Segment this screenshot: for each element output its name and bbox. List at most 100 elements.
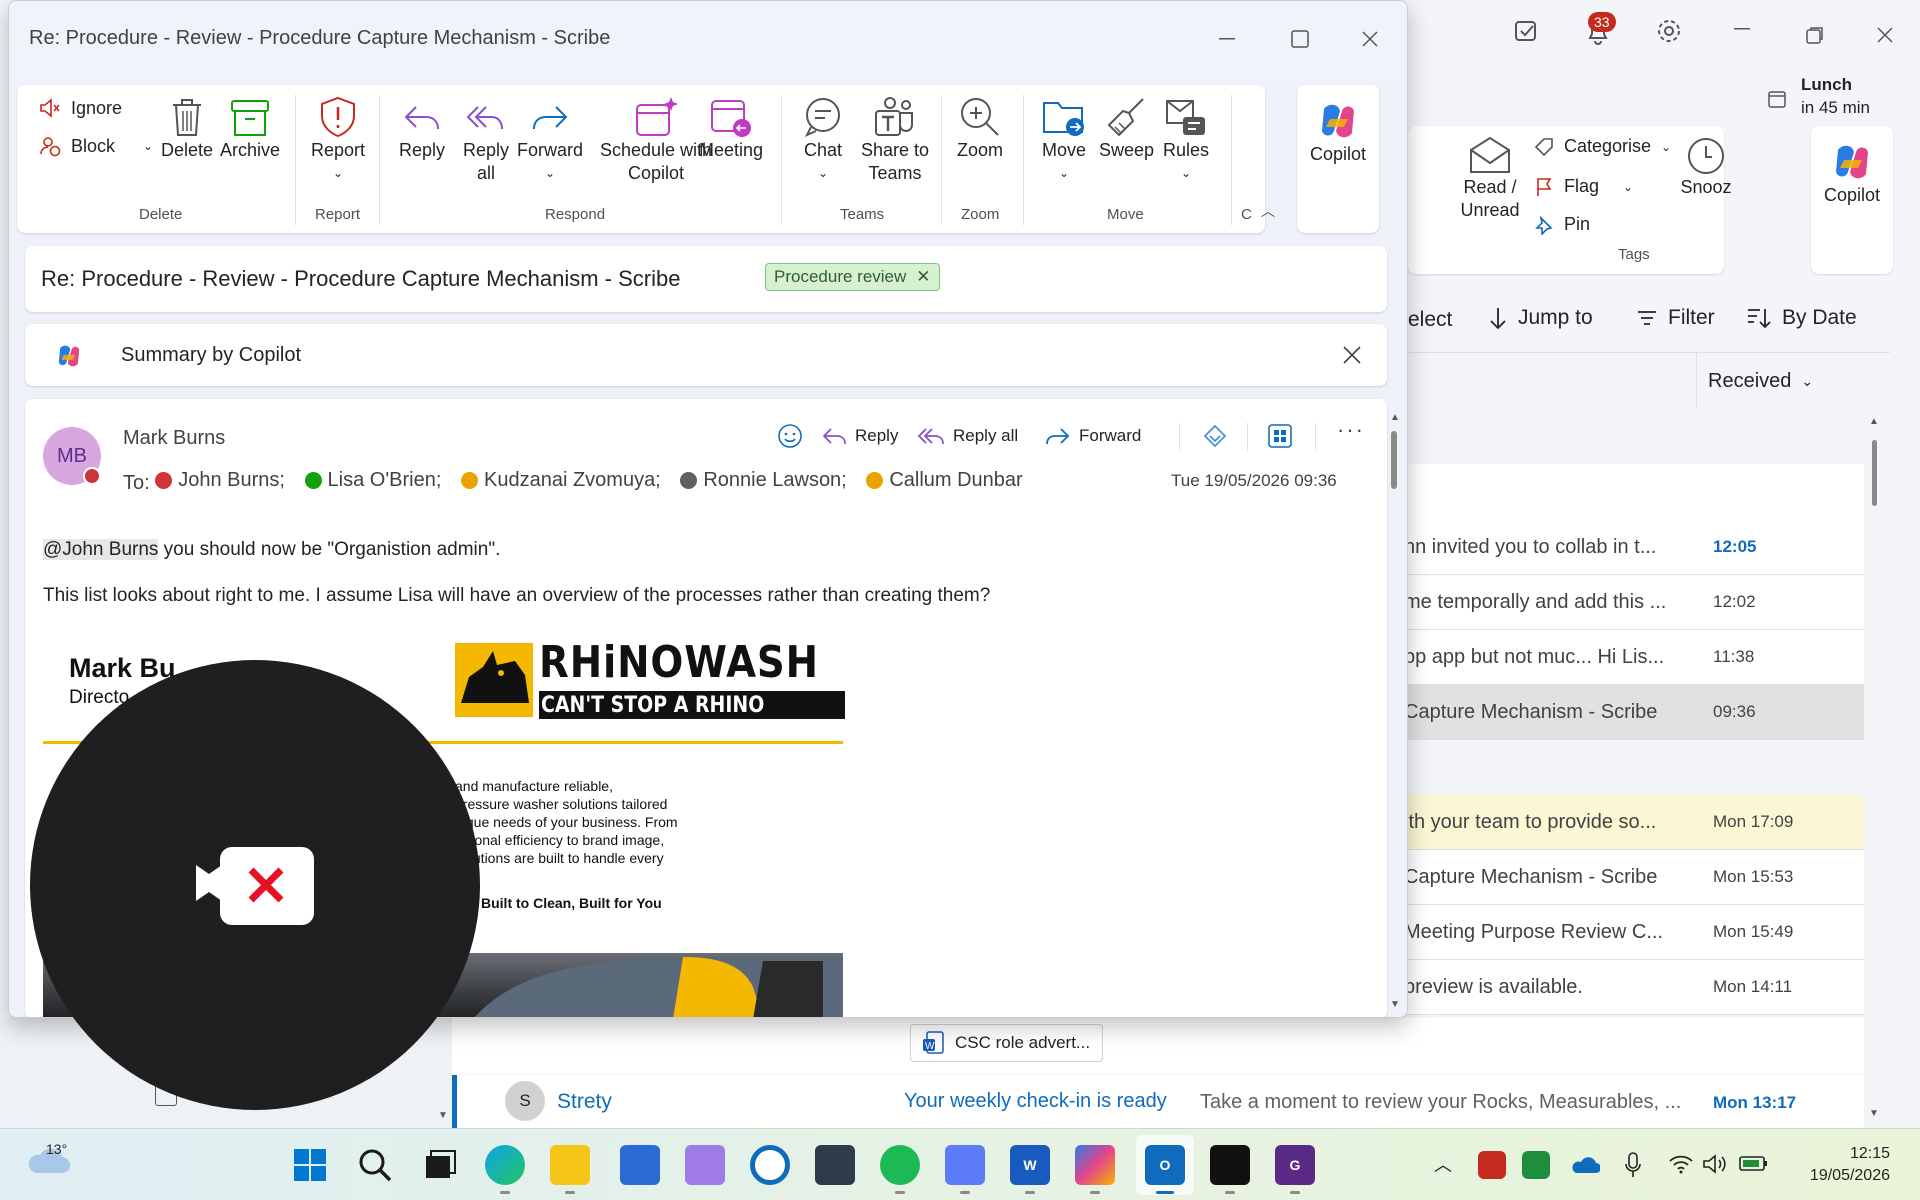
emoji-icon[interactable]	[777, 423, 803, 449]
tray-app-icon[interactable]	[1478, 1151, 1506, 1179]
file-explorer-icon[interactable]	[550, 1145, 590, 1185]
todo-icon[interactable]	[1513, 18, 1539, 44]
mail-list-item[interactable]: pp app but not muc... Hi Lis... 11:38	[1404, 630, 1864, 685]
move-button[interactable]: Move ⌄	[1041, 95, 1087, 185]
mail-list-item[interactable]: Meeting Purpose Review C... Mon 15:49	[1404, 905, 1864, 960]
attachment-chip[interactable]: W CSC role advert...	[910, 1024, 1104, 1062]
jump-to-button[interactable]: Jump to	[1488, 306, 1593, 330]
sweep-button[interactable]: Sweep	[1099, 95, 1154, 162]
mail-list-item[interactable]: me temporally and add this ... 12:02	[1404, 575, 1864, 630]
maximize-icon[interactable]	[1291, 30, 1309, 48]
reply-button[interactable]: Reply	[399, 95, 445, 162]
scroll-down-arrow[interactable]: ▼	[1869, 1108, 1879, 1119]
mail-list-item[interactable]: nn invited you to collab in t... 12:05	[1404, 520, 1864, 575]
close-icon[interactable]	[1343, 346, 1361, 364]
copilot-button[interactable]: Copilot	[1815, 140, 1889, 207]
mail-list-item[interactable]: Capture Mechanism - Scribe Mon 15:53	[1404, 850, 1864, 905]
flag-button[interactable]: Flag ⌄	[1534, 176, 1633, 197]
minimize-icon[interactable]	[1734, 28, 1750, 30]
scroll-up-arrow[interactable]: ▲	[1390, 412, 1400, 423]
meeting-button[interactable]: Meeting	[699, 95, 763, 162]
archive-button[interactable]: Archive	[220, 95, 280, 162]
scroll-down-arrow[interactable]: ▼	[1390, 999, 1400, 1010]
remove-tag-icon[interactable]: ✕	[916, 267, 930, 287]
folder-scroll-down-arrow[interactable]: ▼	[438, 1110, 448, 1121]
outlook-icon[interactable]: O	[1145, 1145, 1185, 1185]
ignore-button[interactable]: Ignore	[39, 97, 122, 119]
reply-button[interactable]: Reply	[821, 424, 898, 448]
microphone-icon[interactable]	[1624, 1151, 1642, 1179]
block-button[interactable]: Block ⌄	[39, 135, 153, 157]
restore-icon[interactable]	[1806, 26, 1824, 44]
edge-icon[interactable]	[485, 1145, 525, 1185]
loop-icon[interactable]	[1201, 423, 1229, 451]
reply-all-button[interactable]: Reply all	[461, 95, 511, 185]
gear-icon[interactable]	[1656, 18, 1682, 44]
pointer-app-icon[interactable]	[1210, 1145, 1250, 1185]
minimize-icon[interactable]	[1219, 38, 1235, 40]
categorise-button[interactable]: Categorise ⌄	[1534, 136, 1671, 157]
upcoming-reminder[interactable]: Lunch in 45 min	[1801, 73, 1870, 119]
filter-button[interactable]: Filter	[1636, 306, 1715, 330]
word-icon[interactable]: W	[1010, 1145, 1050, 1185]
task-view-icon[interactable]	[420, 1145, 460, 1185]
scroll-up-arrow[interactable]: ▲	[1869, 416, 1879, 427]
report-button[interactable]: Report ⌄	[311, 95, 365, 185]
collapse-ribbon-button[interactable]: ︿	[1261, 201, 1275, 221]
zoom-button[interactable]: Zoom	[957, 95, 1003, 162]
reply-all-button[interactable]: Reply all	[917, 424, 1018, 448]
close-icon[interactable]	[1877, 27, 1893, 43]
sort-by-date-button[interactable]: By Date	[1746, 306, 1857, 330]
g-app-icon[interactable]: G	[1275, 1145, 1315, 1185]
wifi-icon[interactable]	[1668, 1153, 1694, 1175]
sender-name[interactable]: Mark Burns	[123, 427, 225, 450]
mail-list-item[interactable]: preview is available. Mon 14:11	[1404, 960, 1864, 1015]
snooze-button[interactable]: Snooz	[1676, 136, 1736, 199]
tray-check-icon[interactable]	[1522, 1151, 1550, 1179]
rules-button[interactable]: Rules ⌄	[1163, 95, 1209, 185]
pin-button[interactable]: Pin	[1534, 214, 1590, 235]
close-icon[interactable]	[1362, 31, 1378, 47]
apps-icon[interactable]	[1267, 423, 1293, 449]
weather-widget[interactable]: 13°	[26, 1141, 70, 1179]
clock[interactable]: 12:15 19/05/2026	[1790, 1143, 1890, 1187]
mail-list-item[interactable]: Capture Mechanism - Scribe 09:36	[1404, 685, 1864, 740]
read-unread-button[interactable]: Read / Unread	[1455, 134, 1525, 222]
forward-button[interactable]: Forward ⌄	[517, 95, 583, 185]
mail-item-strety[interactable]: S Strety Your weekly check-in is ready T…	[452, 1075, 1864, 1128]
cortana-icon[interactable]	[750, 1145, 790, 1185]
share-to-teams-button[interactable]: Share to Teams	[855, 95, 935, 185]
select-button[interactable]: elect	[1408, 308, 1452, 332]
chat-button[interactable]: Chat ⌄	[801, 95, 845, 185]
start-button[interactable]	[290, 1145, 330, 1185]
people-app-icon[interactable]	[945, 1145, 985, 1185]
more-options-button[interactable]: ···	[1337, 417, 1365, 443]
camera-off-overlay[interactable]	[30, 660, 480, 1110]
recipient[interactable]: John Burns;	[155, 469, 285, 492]
calculator-app-icon[interactable]	[685, 1145, 725, 1185]
recipient[interactable]: Callum Dunbar	[866, 469, 1023, 492]
scrollbar-thumb[interactable]	[1872, 440, 1877, 506]
sort-received-dropdown[interactable]: Received ⌄	[1708, 370, 1813, 393]
delete-button[interactable]: Delete	[161, 95, 213, 162]
mention[interactable]: @John Burns	[43, 539, 159, 560]
recipient[interactable]: Lisa O'Brien;	[304, 469, 441, 492]
copilot-button[interactable]: Copilot	[1301, 99, 1375, 166]
battery-icon[interactable]	[1738, 1153, 1768, 1173]
brand-wordmark: RHiNOWASH	[539, 637, 819, 688]
mail-list-item[interactable]: ith your team to provide so... Mon 17:09	[1404, 795, 1864, 850]
forward-button[interactable]: Forward	[1045, 424, 1141, 448]
recipient[interactable]: Ronnie Lawson;	[680, 469, 847, 492]
defender-icon[interactable]	[815, 1145, 855, 1185]
search-icon[interactable]	[355, 1145, 395, 1185]
onedrive-icon[interactable]	[1570, 1155, 1600, 1175]
scrollbar-thumb[interactable]	[1391, 431, 1397, 489]
copilot-summary-bar[interactable]: Summary by Copilot	[25, 324, 1387, 386]
m365-copilot-icon[interactable]	[1075, 1145, 1115, 1185]
spotify-icon[interactable]	[880, 1145, 920, 1185]
chevron-up-icon[interactable]: ︿	[1434, 1151, 1452, 1177]
volume-icon[interactable]	[1702, 1153, 1728, 1175]
category-tag[interactable]: Procedure review ✕	[765, 263, 940, 291]
recipient[interactable]: Kudzanai Zvomuya;	[460, 469, 661, 492]
store-icon[interactable]	[620, 1145, 660, 1185]
